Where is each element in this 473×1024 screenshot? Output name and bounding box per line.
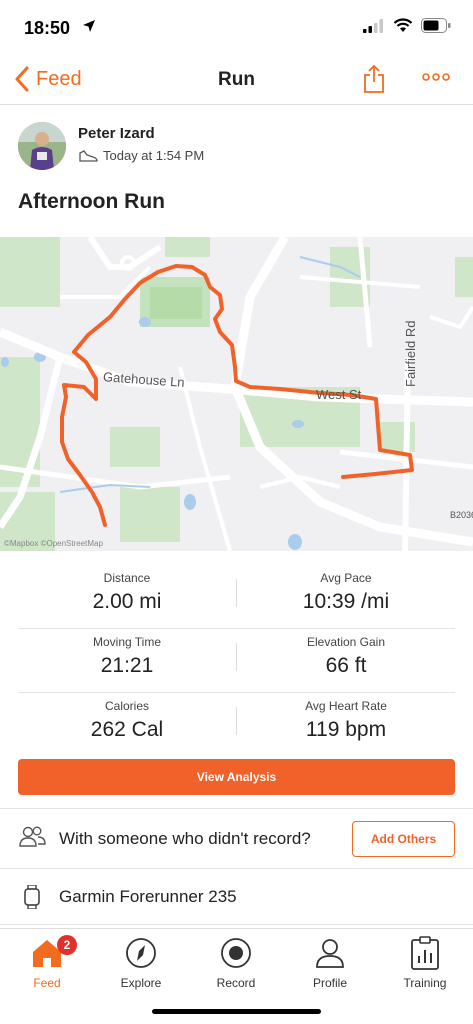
map-label-b2036: B2036	[450, 510, 473, 520]
more-options-icon[interactable]	[422, 72, 450, 82]
watch-icon	[24, 885, 40, 909]
avatar[interactable]	[18, 122, 66, 170]
map-label-fairfield: Fairfield Rd	[403, 320, 418, 387]
compass-icon	[126, 938, 156, 968]
status-bar: 18:50	[0, 0, 473, 58]
stat-value: 262 Cal	[90, 718, 164, 741]
page-title: Run	[218, 69, 255, 90]
tab-label: Profile	[312, 976, 347, 990]
stat-value: 21:21	[100, 654, 154, 677]
tab-bar: 2 Feed Explore Record Profile Training	[0, 928, 473, 1024]
stat-label: Elevation Gain	[306, 635, 386, 649]
stat-row: Distance 2.00 mi Avg Pace 10:39 /mi	[18, 565, 455, 629]
activity-stats: Distance 2.00 mi Avg Pace 10:39 /mi Movi…	[18, 565, 455, 757]
record-icon	[221, 938, 251, 968]
stat-label: Avg Pace	[320, 571, 372, 585]
add-others-button[interactable]: Add Others	[352, 821, 455, 857]
stat-moving-time: Moving Time 21:21	[18, 635, 236, 678]
activity-title: Afternoon Run	[18, 190, 165, 213]
people-icon	[19, 826, 46, 847]
activity-timestamp: Today at 1:54 PM	[103, 148, 205, 163]
wifi-icon	[393, 18, 413, 32]
tab-record[interactable]: Record	[196, 933, 276, 990]
tab-label: Training	[403, 976, 447, 990]
stat-elevation-gain: Elevation Gain 66 ft	[237, 635, 455, 678]
stat-label: Distance	[103, 571, 151, 585]
shoe-icon	[79, 149, 98, 162]
stat-label: Avg Heart Rate	[305, 699, 387, 713]
tab-explore[interactable]: Explore	[101, 933, 181, 990]
map-canvas	[0, 237, 473, 551]
stat-calories: Calories 262 Cal	[18, 699, 236, 742]
map-label-west-st: West St	[316, 387, 362, 402]
nav-bar: Feed Run	[0, 58, 473, 105]
divider	[0, 808, 473, 809]
divider	[0, 924, 473, 925]
athlete-header: Peter Izard Today at 1:54 PM	[18, 122, 458, 172]
stat-label: Moving Time	[92, 635, 162, 649]
activity-meta: Today at 1:54 PM	[78, 148, 204, 163]
add-others-row: With someone who didn't record? Add Othe…	[0, 812, 473, 868]
divider	[0, 868, 473, 869]
tab-label: Explore	[120, 976, 162, 990]
stat-label: Calories	[104, 699, 149, 713]
route-map[interactable]: Gatehouse Ln West St Fairfield Rd B2036 …	[0, 237, 473, 551]
tab-label: Record	[216, 976, 256, 990]
tab-feed[interactable]: 2 Feed	[7, 933, 87, 990]
view-analysis-button[interactable]: View Analysis	[18, 759, 455, 795]
add-others-prompt: With someone who didn't record?	[59, 829, 311, 848]
stat-value: 119 bpm	[305, 718, 387, 741]
location-arrow-icon	[83, 20, 95, 32]
stat-value: 2.00 mi	[92, 590, 162, 613]
device-name: Garmin Forerunner 235	[59, 887, 237, 906]
stat-avg-heart-rate: Avg Heart Rate 119 bpm	[237, 699, 455, 742]
tab-label: Feed	[33, 976, 61, 990]
clipboard-icon	[411, 936, 439, 970]
tab-profile[interactable]: Profile	[290, 933, 370, 990]
device-row: Garmin Forerunner 235	[0, 870, 473, 924]
map-attribution: ©Mapbox ©OpenStreetMap	[4, 539, 103, 548]
home-indicator[interactable]	[152, 1009, 321, 1014]
stat-value: 10:39 /mi	[302, 590, 390, 613]
stat-value: 66 ft	[325, 654, 367, 677]
notification-badge: 2	[57, 935, 77, 955]
battery-icon	[421, 18, 451, 33]
profile-icon	[316, 939, 344, 968]
tab-training[interactable]: Training	[385, 933, 465, 990]
share-icon[interactable]	[362, 64, 386, 94]
avatar-image	[18, 122, 66, 170]
cellular-signal-icon	[363, 18, 383, 33]
stat-distance: Distance 2.00 mi	[18, 571, 236, 614]
status-time: 18:50	[24, 18, 71, 38]
stat-row: Calories 262 Cal Avg Heart Rate 119 bpm	[18, 693, 455, 757]
stat-row: Moving Time 21:21 Elevation Gain 66 ft	[18, 629, 455, 693]
athlete-name[interactable]: Peter Izard	[78, 125, 155, 142]
stat-avg-pace: Avg Pace 10:39 /mi	[237, 571, 455, 614]
